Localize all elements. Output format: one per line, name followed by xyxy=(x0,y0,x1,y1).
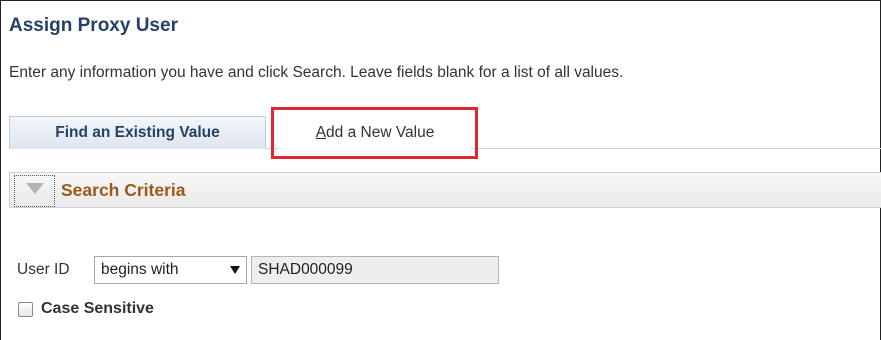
window-frame xyxy=(0,0,881,340)
collapse-toggle-button[interactable] xyxy=(14,175,55,207)
user-id-operator-select[interactable]: begins with xyxy=(94,256,247,284)
triangle-down-icon xyxy=(25,183,44,194)
case-sensitive-checkbox[interactable] xyxy=(18,302,33,317)
user-id-input[interactable] xyxy=(251,256,499,284)
highlight-annotation xyxy=(271,107,478,159)
instructions-text: Enter any information you have and click… xyxy=(9,64,624,81)
tab-find-existing-value[interactable]: Find an Existing Value xyxy=(9,116,266,149)
user-id-label: User ID xyxy=(17,261,70,278)
search-criteria-title: Search Criteria xyxy=(61,180,186,200)
dropdown-arrow-icon xyxy=(230,266,240,274)
tab-label: Find an Existing Value xyxy=(55,123,220,141)
case-sensitive-label: Case Sensitive xyxy=(41,300,154,317)
page-title: Assign Proxy User xyxy=(9,15,178,36)
operator-selected-value: begins with xyxy=(101,261,179,278)
